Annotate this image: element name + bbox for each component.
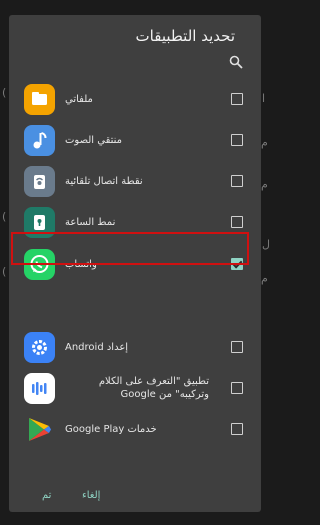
- background-fragment: ل: [262, 238, 270, 251]
- app-name: تطبيق "التعرف على الكلام وتركيبه" من Goo…: [98, 376, 209, 400]
- app-checkbox[interactable]: [231, 382, 243, 394]
- app-row-google-play-services[interactable]: خدمات Google Play: [9, 409, 261, 449]
- app-name: خدمات Google Play: [65, 423, 157, 435]
- app-name: إعداد Android: [65, 341, 129, 353]
- app-checkbox[interactable]: [231, 423, 243, 435]
- app-row-my-files[interactable]: ملفاتي: [9, 79, 261, 119]
- cancel-button[interactable]: إلغاء: [82, 490, 100, 501]
- app-checkbox[interactable]: [231, 341, 243, 353]
- background-fragment: م: [261, 272, 268, 285]
- app-checkbox[interactable]: [231, 93, 243, 105]
- app-name: ملفاتي: [65, 93, 93, 105]
- background-fragment: (: [2, 265, 7, 278]
- search-icon[interactable]: [229, 55, 243, 69]
- app-row-auto-hotspot[interactable]: نقطة اتصال تلقائية: [9, 161, 261, 201]
- done-button[interactable]: تم: [42, 490, 51, 501]
- background-fragment: (: [2, 86, 7, 99]
- app-row-android-setup[interactable]: إعداد Android: [9, 327, 261, 367]
- app-checkbox[interactable]: [231, 216, 243, 228]
- selection-highlight: [11, 232, 249, 265]
- speech-icon: [24, 373, 55, 404]
- app-checkbox[interactable]: [231, 134, 243, 146]
- app-name: منتقي الصوت: [65, 134, 123, 146]
- app-name: نقطة اتصال تلقائية: [65, 175, 143, 187]
- gear-icon: [24, 332, 55, 363]
- app-row-sound-picker[interactable]: منتقي الصوت: [9, 120, 261, 160]
- music-note-icon: [24, 125, 55, 156]
- background-fragment: (: [2, 210, 7, 223]
- background-fragment: م: [261, 136, 268, 149]
- google-play-icon: [24, 414, 55, 445]
- app-row-google-speech[interactable]: تطبيق "التعرف على الكلام وتركيبه" من Goo…: [9, 368, 261, 408]
- background-fragment: ا: [262, 92, 266, 105]
- app-checkbox[interactable]: [231, 175, 243, 187]
- background-fragment: م: [261, 178, 268, 191]
- hotspot-icon: [24, 166, 55, 197]
- folder-icon: [24, 84, 55, 115]
- dialog-title: تحديد التطبيقات: [135, 27, 235, 45]
